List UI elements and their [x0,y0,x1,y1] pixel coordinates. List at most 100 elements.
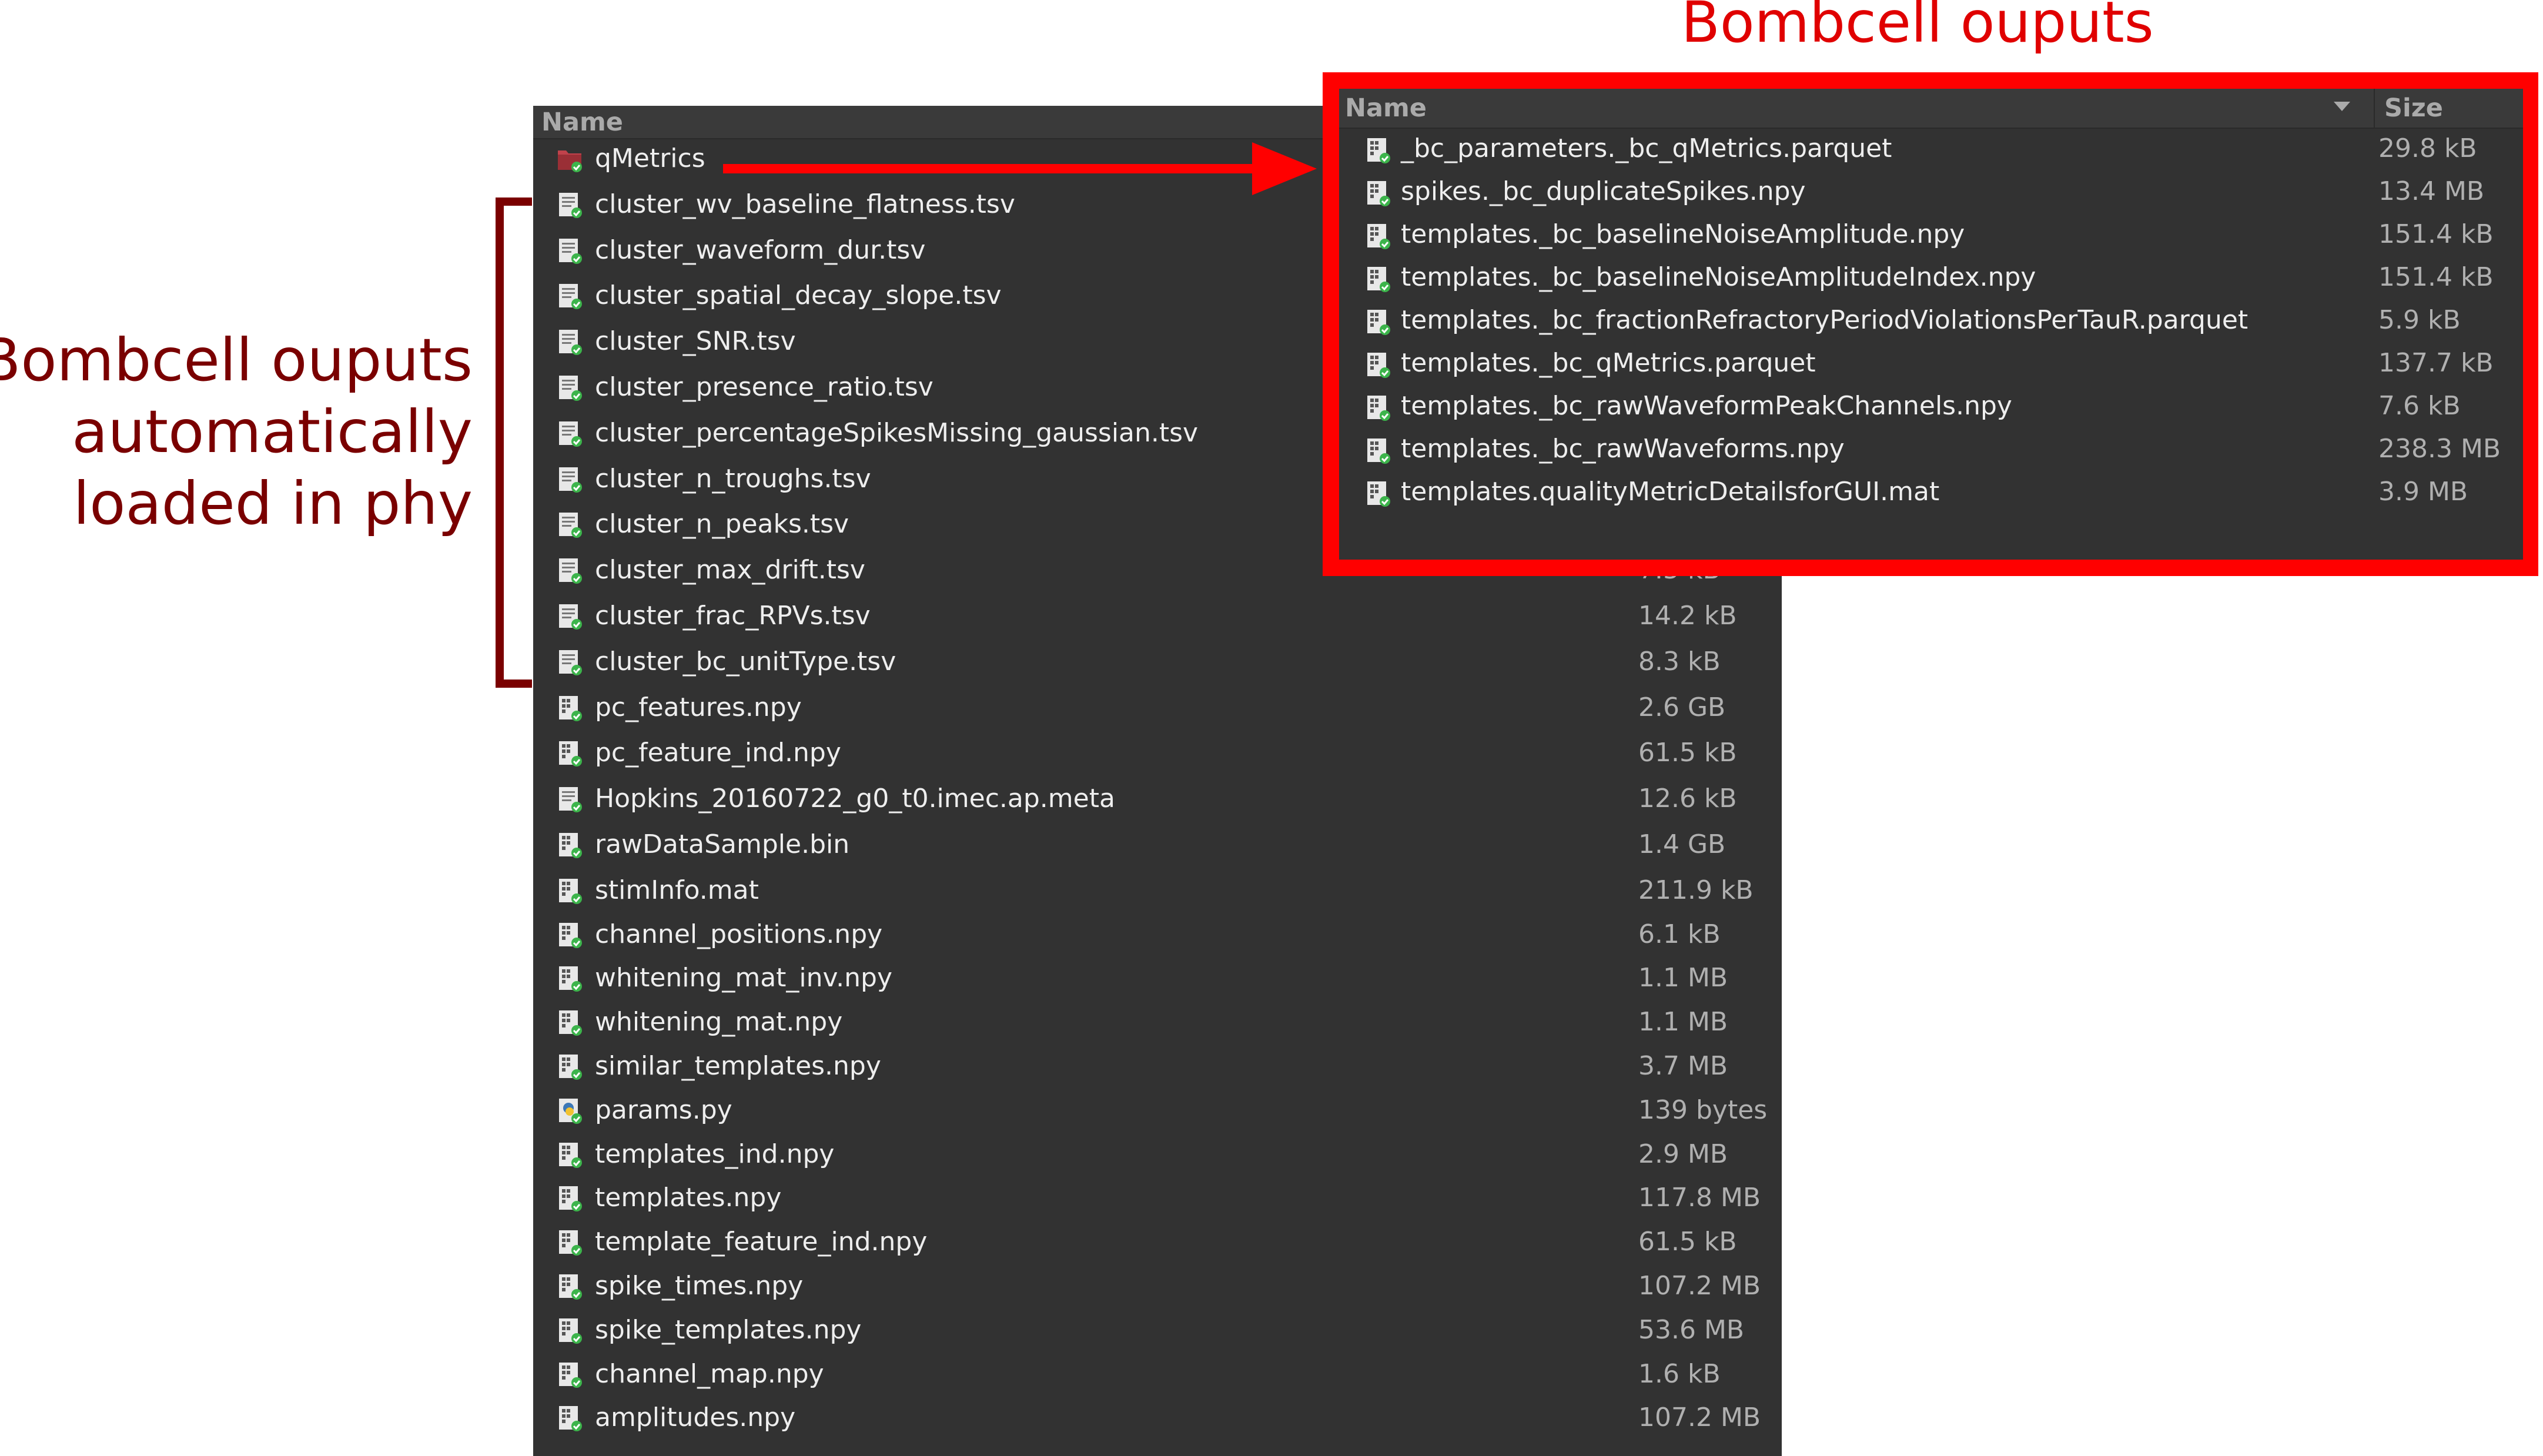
file-size: 13.4 MB [2378,176,2485,206]
file-row[interactable]: params.py 139 bytes [533,1093,1782,1137]
arrow-annotation [723,142,1317,195]
file-row[interactable]: rawDataSample.bin 1.4 GB [533,827,1782,873]
file-row[interactable]: templates._bc_qMetrics.parquet 137.7 kB [1339,346,2523,389]
file-row[interactable]: Hopkins_20160722_g0_t0.imec.ap.meta 12.6 … [533,781,1782,827]
file-row[interactable]: templates._bc_baselineNoiseAmplitude.npy… [1339,217,2523,260]
file-name: qMetrics [595,143,705,173]
name-column-header[interactable]: Name [541,108,623,137]
binary-file-icon [557,1317,583,1345]
file-size: 5.9 kB [2378,305,2461,335]
file-name: params.py [595,1094,732,1125]
file-row[interactable]: templates._bc_rawWaveformPeakChannels.np… [1339,389,2523,431]
file-row[interactable]: whitening_mat_inv.npy 1.1 MB [533,960,1782,1005]
file-size: 3.7 MB [1638,1050,1728,1081]
file-row[interactable]: similar_templates.npy 3.7 MB [533,1049,1782,1093]
file-size: 211.9 kB [1638,875,1754,905]
file-name: similar_templates.npy [595,1050,881,1081]
file-size: 238.3 MB [2378,434,2501,464]
text-file-icon [557,786,583,814]
file-size: 61.5 kB [1638,738,1737,768]
binary-file-icon [557,1142,583,1170]
file-size: 3.9 MB [2378,477,2468,507]
file-name: cluster_SNR.tsv [595,326,796,357]
file-name: amplitudes.npy [595,1403,796,1433]
file-name: channel_positions.npy [595,919,883,949]
file-name: channel_map.npy [595,1358,824,1389]
column-separator[interactable] [2374,89,2375,128]
side-label-line-2: automatically [72,397,473,466]
sort-descending-icon[interactable] [2334,102,2350,111]
file-size: 7.6 kB [2378,391,2461,421]
file-row[interactable]: templates.qualityMetricDetailsforGUI.mat… [1339,474,2523,517]
file-name: pc_features.npy [595,692,802,722]
file-name: whitening_mat_inv.npy [595,963,892,993]
file-row[interactable]: spike_times.npy 107.2 MB [533,1268,1782,1313]
file-row[interactable]: amplitudes.npy 107.2 MB [533,1400,1782,1444]
binary-file-icon [557,1361,583,1390]
file-row[interactable]: template_feature_ind.npy 61.5 kB [533,1224,1782,1268]
file-size: 8.3 kB [1638,646,1721,677]
text-file-icon [557,283,583,311]
file-name: cluster_max_drift.tsv [595,555,865,585]
file-row[interactable]: stimInfo.mat 211.9 kB [533,873,1782,917]
column-header[interactable]: Name Size [1339,89,2523,129]
file-name: templates.qualityMetricDetailsforGUI.mat [1401,477,1940,507]
file-size: 14.2 kB [1638,600,1737,631]
side-label-line-3: loaded in phy [73,469,473,538]
file-row[interactable]: templates._bc_baselineNoiseAmplitudeInde… [1339,260,2523,303]
file-size: 6.1 kB [1638,919,1721,949]
file-row[interactable]: pc_feature_ind.npy 61.5 kB [533,735,1782,781]
file-name: cluster_percentageSpikesMissing_gaussian… [595,417,1199,448]
binary-file-icon [557,832,583,860]
file-row[interactable]: channel_positions.npy 6.1 kB [533,917,1782,961]
binary-file-icon [1365,180,1391,208]
bracket-annotation [496,198,532,688]
file-row[interactable]: templates_ind.npy 2.9 MB [533,1137,1782,1181]
size-column-header[interactable]: Size [2384,93,2443,123]
file-name: cluster_presence_ratio.tsv [595,371,933,402]
name-column-header[interactable]: Name [1345,93,1427,123]
binary-file-icon [557,1229,583,1257]
file-name: cluster_frac_RPVs.tsv [595,600,871,631]
text-file-icon [557,237,583,266]
side-label-line-1: Bombcell ouputs [0,326,473,394]
file-name: stimInfo.mat [595,875,759,905]
file-name: templates._bc_baselineNoiseAmplitude.npy [1401,219,1965,249]
folder-icon [557,146,583,174]
file-row[interactable]: spike_templates.npy 53.6 MB [533,1313,1782,1357]
file-name: template_feature_ind.npy [595,1227,928,1257]
file-row[interactable]: channel_map.npy 1.6 kB [533,1357,1782,1401]
file-name: whitening_mat.npy [595,1007,843,1037]
file-row[interactable]: templates._bc_rawWaveforms.npy 238.3 MB [1339,431,2523,474]
file-size: 61.5 kB [1638,1227,1737,1257]
file-size: 29.8 kB [2378,133,2477,163]
binary-file-icon [557,1405,583,1433]
file-size: 107.2 MB [1638,1270,1761,1301]
binary-file-icon [557,1273,583,1301]
binary-file-icon [557,695,583,723]
binary-file-icon [1365,437,1391,466]
file-row[interactable]: spikes._bc_duplicateSpikes.npy 13.4 MB [1339,174,2523,217]
file-size: 151.4 kB [2378,262,2494,292]
file-size: 53.6 MB [1638,1314,1745,1345]
file-size: 12.6 kB [1638,784,1737,814]
file-row[interactable]: whitening_mat.npy 1.1 MB [533,1005,1782,1049]
file-row[interactable]: _bc_parameters._bc_qMetrics.parquet 29.8 … [1339,131,2523,174]
python-file-icon [557,1097,583,1126]
file-name: templates._bc_baselineNoiseAmplitudeInde… [1401,262,2036,292]
file-size: 1.1 MB [1638,963,1728,993]
file-size: 2.6 GB [1638,692,1726,722]
file-row[interactable]: templates.npy 117.8 MB [533,1180,1782,1224]
file-size: 1.4 GB [1638,829,1726,859]
file-row[interactable]: cluster_bc_unitType.tsv 8.3 kB [533,644,1782,690]
file-row[interactable]: templates._bc_fractionRefractoryPeriodVi… [1339,303,2523,346]
file-name: pc_feature_ind.npy [595,738,841,768]
binary-file-icon [1365,394,1391,423]
file-size: 151.4 kB [2378,219,2494,249]
file-size: 117.8 MB [1638,1183,1761,1213]
file-name: cluster_n_peaks.tsv [595,509,849,540]
file-size: 1.6 kB [1638,1358,1721,1389]
binary-file-icon [1365,266,1391,294]
file-row[interactable]: cluster_frac_RPVs.tsv 14.2 kB [533,598,1782,644]
file-row[interactable]: pc_features.npy 2.6 GB [533,690,1782,736]
